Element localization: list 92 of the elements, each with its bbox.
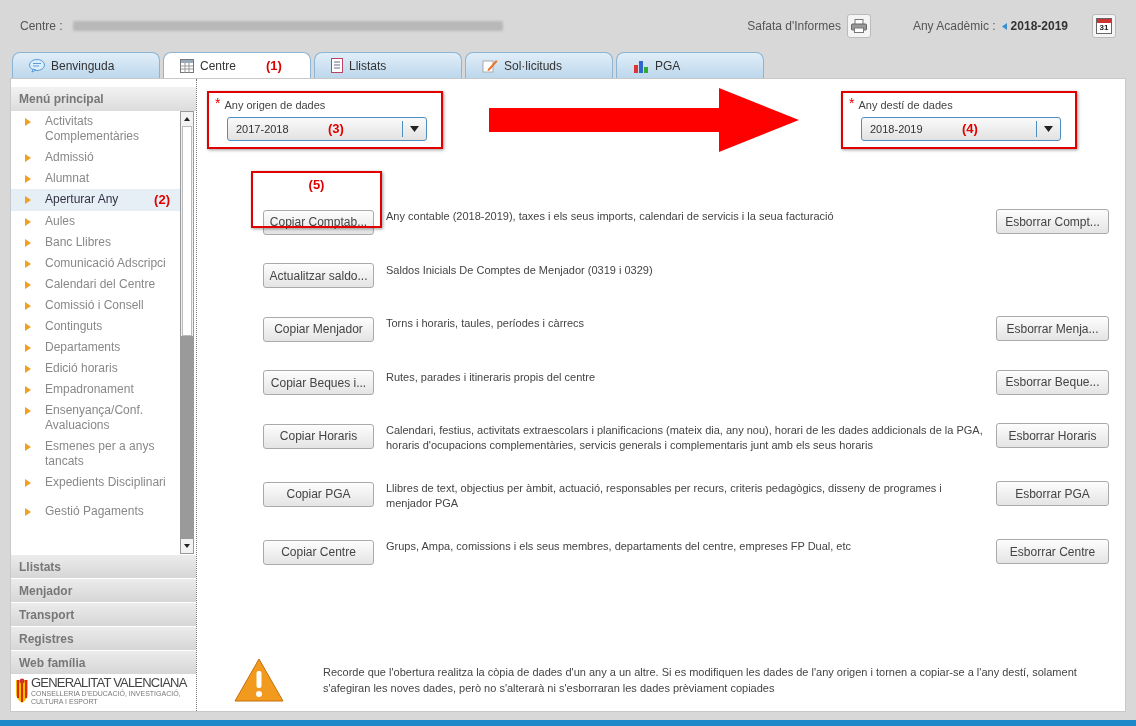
reports-label: Safata d'Informes <box>747 18 841 35</box>
menu-item[interactable]: Gestió Pagaments <box>11 501 180 522</box>
menu-item[interactable]: Banc Llibres <box>11 232 180 253</box>
action-description: Calendari, festius, activitats extraescolars i planificacions (mateix dia, any nou), horari de les dades addicionals de la PGA, horaris d'ocupacions complementàries, servicis generals i complementaris junt amb els seus horaris <box>386 423 984 453</box>
copy-button[interactable]: Copiar Comptab... <box>263 209 374 235</box>
speech-bubble-icon <box>29 58 45 73</box>
action-description: Torns i horaris, taules, períodes i càrrecs <box>386 316 586 331</box>
menu-item[interactable]: Ensenyança/Conf. Avaluacions <box>11 400 180 436</box>
required-asterisk: * <box>849 97 855 110</box>
bullet-icon <box>25 302 31 310</box>
copy-button[interactable]: Copiar Beques i... <box>263 370 374 395</box>
menu-item[interactable]: Activitats Complementàries <box>11 111 180 147</box>
bullet-icon <box>25 386 31 394</box>
menu-item[interactable]: Alumnat <box>11 168 180 189</box>
triangle-icon <box>1001 22 1007 30</box>
annotation-label: (3) <box>328 120 344 138</box>
bullet-icon <box>25 365 31 373</box>
pencil-icon <box>482 58 498 73</box>
delete-button[interactable]: Esborrar Compt... <box>996 209 1109 234</box>
dropdown-value: 2018-2019 <box>869 121 924 137</box>
bullet-icon <box>25 239 31 247</box>
scrollbar[interactable] <box>180 111 194 554</box>
bullet-icon <box>25 344 31 352</box>
printer-button[interactable] <box>846 14 871 38</box>
menu-header: Menú principal <box>11 87 196 111</box>
table-icon <box>180 58 194 73</box>
menu-item[interactable]: Departaments <box>11 337 180 358</box>
academic-year-label: Any Acadèmic : <box>912 18 996 35</box>
delete-button[interactable]: Esborrar Horaris <box>996 423 1109 448</box>
bullet-icon <box>25 323 31 331</box>
action-description: Saldos Inicials De Comptes de Menjador (0319 i 0329) <box>386 262 654 278</box>
bar-chart-icon <box>633 58 649 73</box>
menu-item[interactable]: Comunicació Adscripci <box>11 253 180 274</box>
bullet-icon <box>25 218 31 226</box>
annotation-label: (4) <box>962 120 978 138</box>
menu-item[interactable]: Edició horaris <box>11 358 180 379</box>
copy-button[interactable]: Copiar PGA <box>263 481 374 507</box>
copy-button[interactable]: Actualitzar saldo... <box>263 263 374 288</box>
bullet-icon <box>25 175 31 183</box>
menu-item[interactable]: Aperturar Any (2) <box>11 189 180 211</box>
bullet-icon <box>25 407 31 415</box>
bullet-icon <box>25 508 31 516</box>
annotation-label: (1) <box>266 56 282 75</box>
crest-icon <box>15 678 29 704</box>
action-description: Llibres de text, objectius per àmbit, actuació, responsables per recurs, criteris pedagògics, disseny de programes i menjador PGA <box>386 481 943 511</box>
bullet-icon <box>25 196 31 204</box>
menu-item[interactable]: Esmenes per a anys tancats <box>11 436 180 472</box>
caret-down-icon <box>1044 125 1053 132</box>
academic-year: 2018-2019 <box>1010 18 1068 35</box>
action-description: Grups, Ampa, comissions i els seus membres, departaments del centre, empreses FP Dual, etc <box>386 539 853 554</box>
delete-button[interactable]: Esborrar Menja... <box>996 316 1109 341</box>
menu-item[interactable]: Calendari del Centre <box>11 274 180 295</box>
tab[interactable]: Llistats <box>314 52 462 78</box>
centre-label: Centre : <box>20 18 63 35</box>
bullet-icon <box>25 443 31 451</box>
required-asterisk: * <box>215 97 221 110</box>
field-label: Any origen de dades <box>224 98 326 114</box>
dropdown-value: 2017-2018 <box>235 121 290 137</box>
copy-button[interactable]: Copiar Horaris <box>263 423 374 449</box>
warning-message: Recorde que l'obertura realitza la còpia de dades d'un any a un altre. Si es modifiquen les dades de l'any origen i tornen a copiar-se a l'any destí, solament s'afegiran les noves dades, però no s'alterarà ni s'esborraran les dades prèviament copiades <box>323 665 1078 696</box>
caret-down-icon <box>410 125 419 132</box>
document-icon <box>331 58 343 73</box>
action-description: Any contable (2018-2019), taxes i els seus imports, calendari de servicis i la seua facturació <box>386 209 835 224</box>
bullet-icon <box>25 118 31 126</box>
logo-title: GENERALITAT VALENCIANA <box>31 676 189 690</box>
printer-icon <box>850 19 867 33</box>
tab[interactable]: Sol·licituds <box>465 52 613 78</box>
year-dropdown[interactable]: 2017-2018 (3) <box>227 116 427 141</box>
delete-button[interactable]: Esborrar Centre <box>996 539 1109 564</box>
delete-button[interactable]: Esborrar Beque... <box>996 369 1109 395</box>
arrow-right-icon <box>489 88 799 152</box>
menu-item[interactable]: Comissió i Consell <box>11 295 180 316</box>
warning-icon <box>233 657 285 703</box>
copy-button[interactable]: Copiar Centre <box>263 539 374 565</box>
menu-item[interactable]: Admissió <box>11 147 180 168</box>
field-label: Any destí de dades <box>858 98 953 114</box>
bullet-icon <box>25 479 31 487</box>
tab[interactable]: Benvinguda <box>12 52 160 78</box>
bullet-icon <box>25 281 31 289</box>
year-dropdown[interactable]: 2018-2019 (4) <box>861 116 1061 141</box>
bullet-icon <box>25 260 31 268</box>
tab[interactable]: Centre (1) <box>163 52 311 78</box>
bullet-icon <box>25 154 31 162</box>
annotation-label: (2) <box>154 192 170 207</box>
menu-item[interactable]: Empadronament <box>11 379 180 400</box>
menu-item[interactable]: Aules <box>11 211 180 232</box>
menu-item[interactable]: Continguts <box>11 316 180 337</box>
menu-item[interactable]: Expedients Disciplinari <box>11 472 180 493</box>
copy-button[interactable]: Copiar Menjador <box>263 316 374 342</box>
delete-button[interactable]: Esborrar PGA <box>996 481 1109 506</box>
tab[interactable]: PGA <box>616 52 764 78</box>
action-description: Rutes, parades i itineraris propis del centre <box>386 369 597 385</box>
